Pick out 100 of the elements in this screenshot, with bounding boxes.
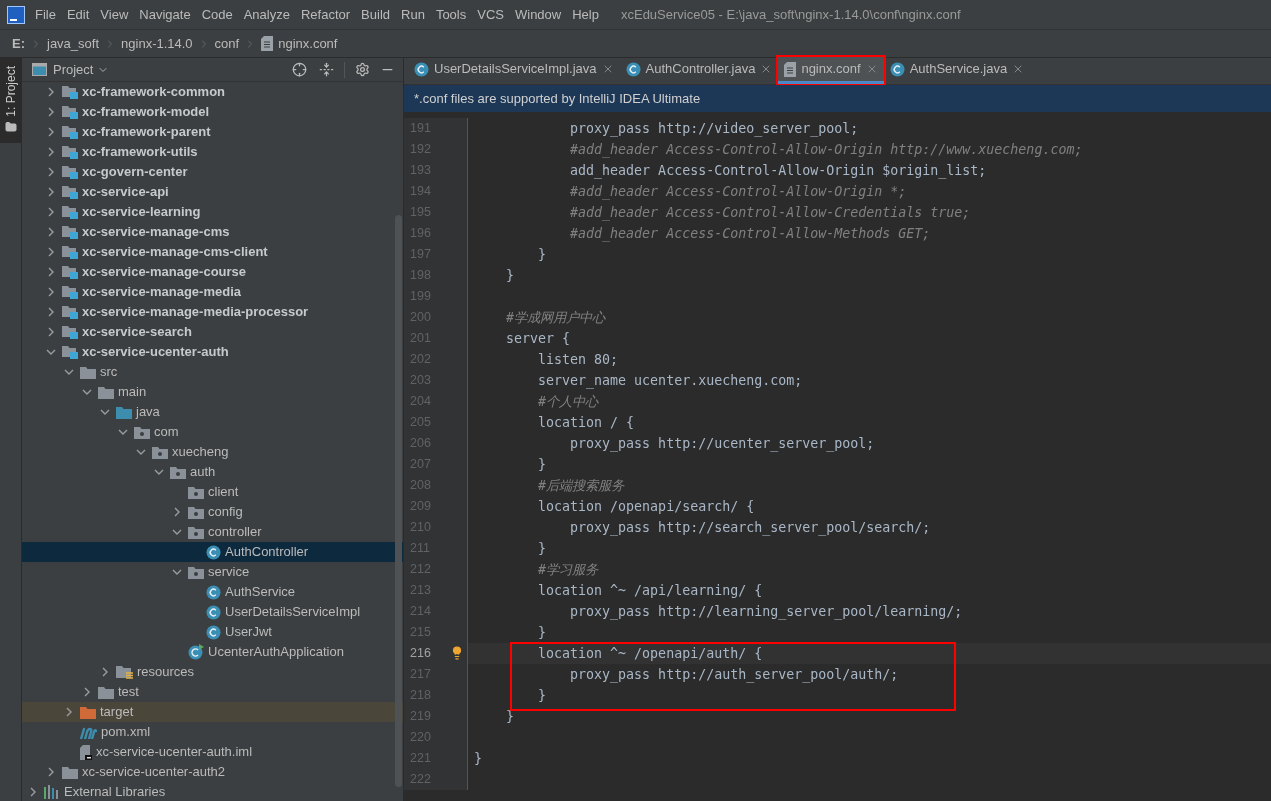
tree-item[interactable]: External Libraries xyxy=(22,782,403,801)
module-folder-icon xyxy=(62,105,78,119)
breadcrumb[interactable]: conf xyxy=(214,33,240,54)
tree-item[interactable]: pom.xml xyxy=(22,722,403,742)
tree-item[interactable]: service xyxy=(22,562,403,582)
module-folder-icon xyxy=(62,85,78,99)
tree-item[interactable]: xc-service-manage-cms xyxy=(22,222,403,242)
code-line: } xyxy=(505,266,515,285)
tree-item[interactable]: xc-service-manage-media xyxy=(22,282,403,302)
code-line: location /openapi/search/ { xyxy=(537,497,755,516)
tree-item[interactable]: UserJwt xyxy=(22,622,403,642)
menu-item[interactable]: Edit xyxy=(66,4,90,25)
tree-item-label: xc-service-ucenter-auth.iml xyxy=(96,743,253,762)
code-line: proxy_pass http://video_server_pool; xyxy=(569,119,859,139)
module-folder-icon xyxy=(62,305,78,319)
tree-item[interactable]: config xyxy=(22,502,403,522)
tree-item-label: service xyxy=(208,563,250,582)
menu-item[interactable]: VCS xyxy=(477,4,504,25)
menu-item[interactable]: Code xyxy=(201,4,233,25)
tree-item[interactable]: resources xyxy=(22,662,403,682)
tree-item[interactable]: xc-service-ucenter-auth xyxy=(22,342,403,362)
code-line: location ^~ /api/learning/ { xyxy=(537,581,763,600)
collapse-all-icon[interactable] xyxy=(319,62,334,77)
menu-item[interactable]: Analyze xyxy=(243,4,290,25)
package-icon xyxy=(188,525,204,539)
menu-item[interactable]: Tools xyxy=(435,4,467,25)
menu-item[interactable]: Run xyxy=(401,4,425,25)
tree-item-label: auth xyxy=(190,463,216,482)
tree-item[interactable]: UcenterAuthApplication xyxy=(22,642,403,662)
panel-title[interactable]: Project xyxy=(53,59,94,80)
tree-item[interactable]: auth xyxy=(22,462,403,482)
tree-item[interactable]: xc-service-ucenter-auth2 xyxy=(22,762,403,782)
tree-item-label: src xyxy=(100,363,118,382)
panel-icon xyxy=(32,63,47,76)
tree-item-label: xc-service-ucenter-auth2 xyxy=(82,763,226,782)
tree-item[interactable]: xc-service-manage-cms-client xyxy=(22,242,403,262)
menu-item[interactable]: View xyxy=(100,4,129,25)
tree-item-label: config xyxy=(208,503,243,522)
scrollbar[interactable] xyxy=(395,215,402,787)
tree-item[interactable]: xc-framework-utils xyxy=(22,142,403,162)
code-line: server_name ucenter.xuecheng.com; xyxy=(537,371,803,391)
menu-item[interactable]: Navigate xyxy=(139,4,191,25)
tree-item-label: controller xyxy=(208,523,262,542)
tree-item[interactable]: target xyxy=(22,702,403,722)
tree-item-label: xc-framework-model xyxy=(82,103,210,122)
tree-item[interactable]: com xyxy=(22,422,403,442)
module-folder-icon xyxy=(62,225,78,239)
tree-item[interactable]: xc-service-manage-course xyxy=(22,262,403,282)
tree-item-label: xc-service-manage-media-processor xyxy=(82,303,309,322)
package-icon xyxy=(188,565,204,579)
project-tool-button[interactable]: 1: Project xyxy=(0,58,21,143)
editor-tab[interactable]: UserDetailsServiceImpl.java xyxy=(408,57,620,84)
tree-item[interactable]: test xyxy=(22,682,403,702)
module-folder-icon xyxy=(62,285,78,299)
menu-item[interactable]: Help xyxy=(572,4,599,25)
code-line: } xyxy=(505,707,515,726)
code-comment: #add_header Access-Control-Allow-Origin http://www.xuecheng.com; xyxy=(569,140,1083,160)
menu-item[interactable]: Window xyxy=(514,4,562,25)
tree-item[interactable]: controller xyxy=(22,522,403,542)
tree-item[interactable]: AuthController xyxy=(22,542,403,562)
lightbulb-icon[interactable] xyxy=(450,646,464,660)
tree-item-label: xc-govern-center xyxy=(82,163,188,182)
tree-item[interactable]: xc-govern-center xyxy=(22,162,403,182)
tree-item[interactable]: src xyxy=(22,362,403,382)
tree-item[interactable]: xc-service-manage-media-processor xyxy=(22,302,403,322)
tree-item-label: xc-framework-common xyxy=(82,83,226,102)
menu-item[interactable]: File xyxy=(35,4,56,25)
tree-item[interactable]: UserDetailsServiceImpl xyxy=(22,602,403,622)
tree-item[interactable]: xuecheng xyxy=(22,442,403,462)
editor-tab[interactable]: nginx.conf xyxy=(778,57,884,84)
breadcrumb[interactable]: java_soft xyxy=(47,33,100,54)
menu-item[interactable]: Build xyxy=(361,4,390,25)
code-line: proxy_pass http://search_server_pool/search/; xyxy=(569,518,931,538)
editor-tab[interactable]: AuthController.java xyxy=(619,57,779,84)
breadcrumb[interactable]: E: xyxy=(12,33,25,54)
code-comment: #add_header Access-Control-Allow-Credentials true; xyxy=(569,203,971,223)
tree-item-label: xc-service-api xyxy=(82,183,169,202)
tree-item-label: xc-service-manage-cms-client xyxy=(82,243,268,262)
line-number: 216 xyxy=(410,645,431,663)
settings-icon[interactable] xyxy=(355,62,370,77)
tree-item[interactable]: xc-service-learning xyxy=(22,202,403,222)
tree-item[interactable]: xc-service-api xyxy=(22,182,403,202)
tree-item[interactable]: java xyxy=(22,402,403,422)
tree-item[interactable]: xc-service-ucenter-auth.iml xyxy=(22,742,403,762)
locate-icon[interactable] xyxy=(292,62,307,77)
tree-item[interactable]: xc-service-search xyxy=(22,322,403,342)
tree-item[interactable]: client xyxy=(22,482,403,502)
window-title: xcEduService05 - E:\java_soft\nginx-1.14.0\conf\nginx.conf xyxy=(620,5,961,24)
tree-item[interactable]: xc-framework-common xyxy=(22,82,403,102)
tree-item[interactable]: AuthService xyxy=(22,582,403,602)
editor-tab[interactable]: AuthService.java xyxy=(883,57,1031,84)
tree-item-label: xuecheng xyxy=(172,443,229,462)
breadcrumb[interactable]: nginx.conf xyxy=(278,33,338,54)
breadcrumb[interactable]: nginx-1.14.0 xyxy=(121,33,193,54)
tree-item[interactable]: xc-framework-model xyxy=(22,102,403,122)
menu-item[interactable]: Refactor xyxy=(300,4,351,25)
folder-icon xyxy=(98,685,114,699)
tree-item[interactable]: xc-framework-parent xyxy=(22,122,403,142)
tree-item-label: resources xyxy=(137,663,195,682)
tree-item[interactable]: main xyxy=(22,382,403,402)
